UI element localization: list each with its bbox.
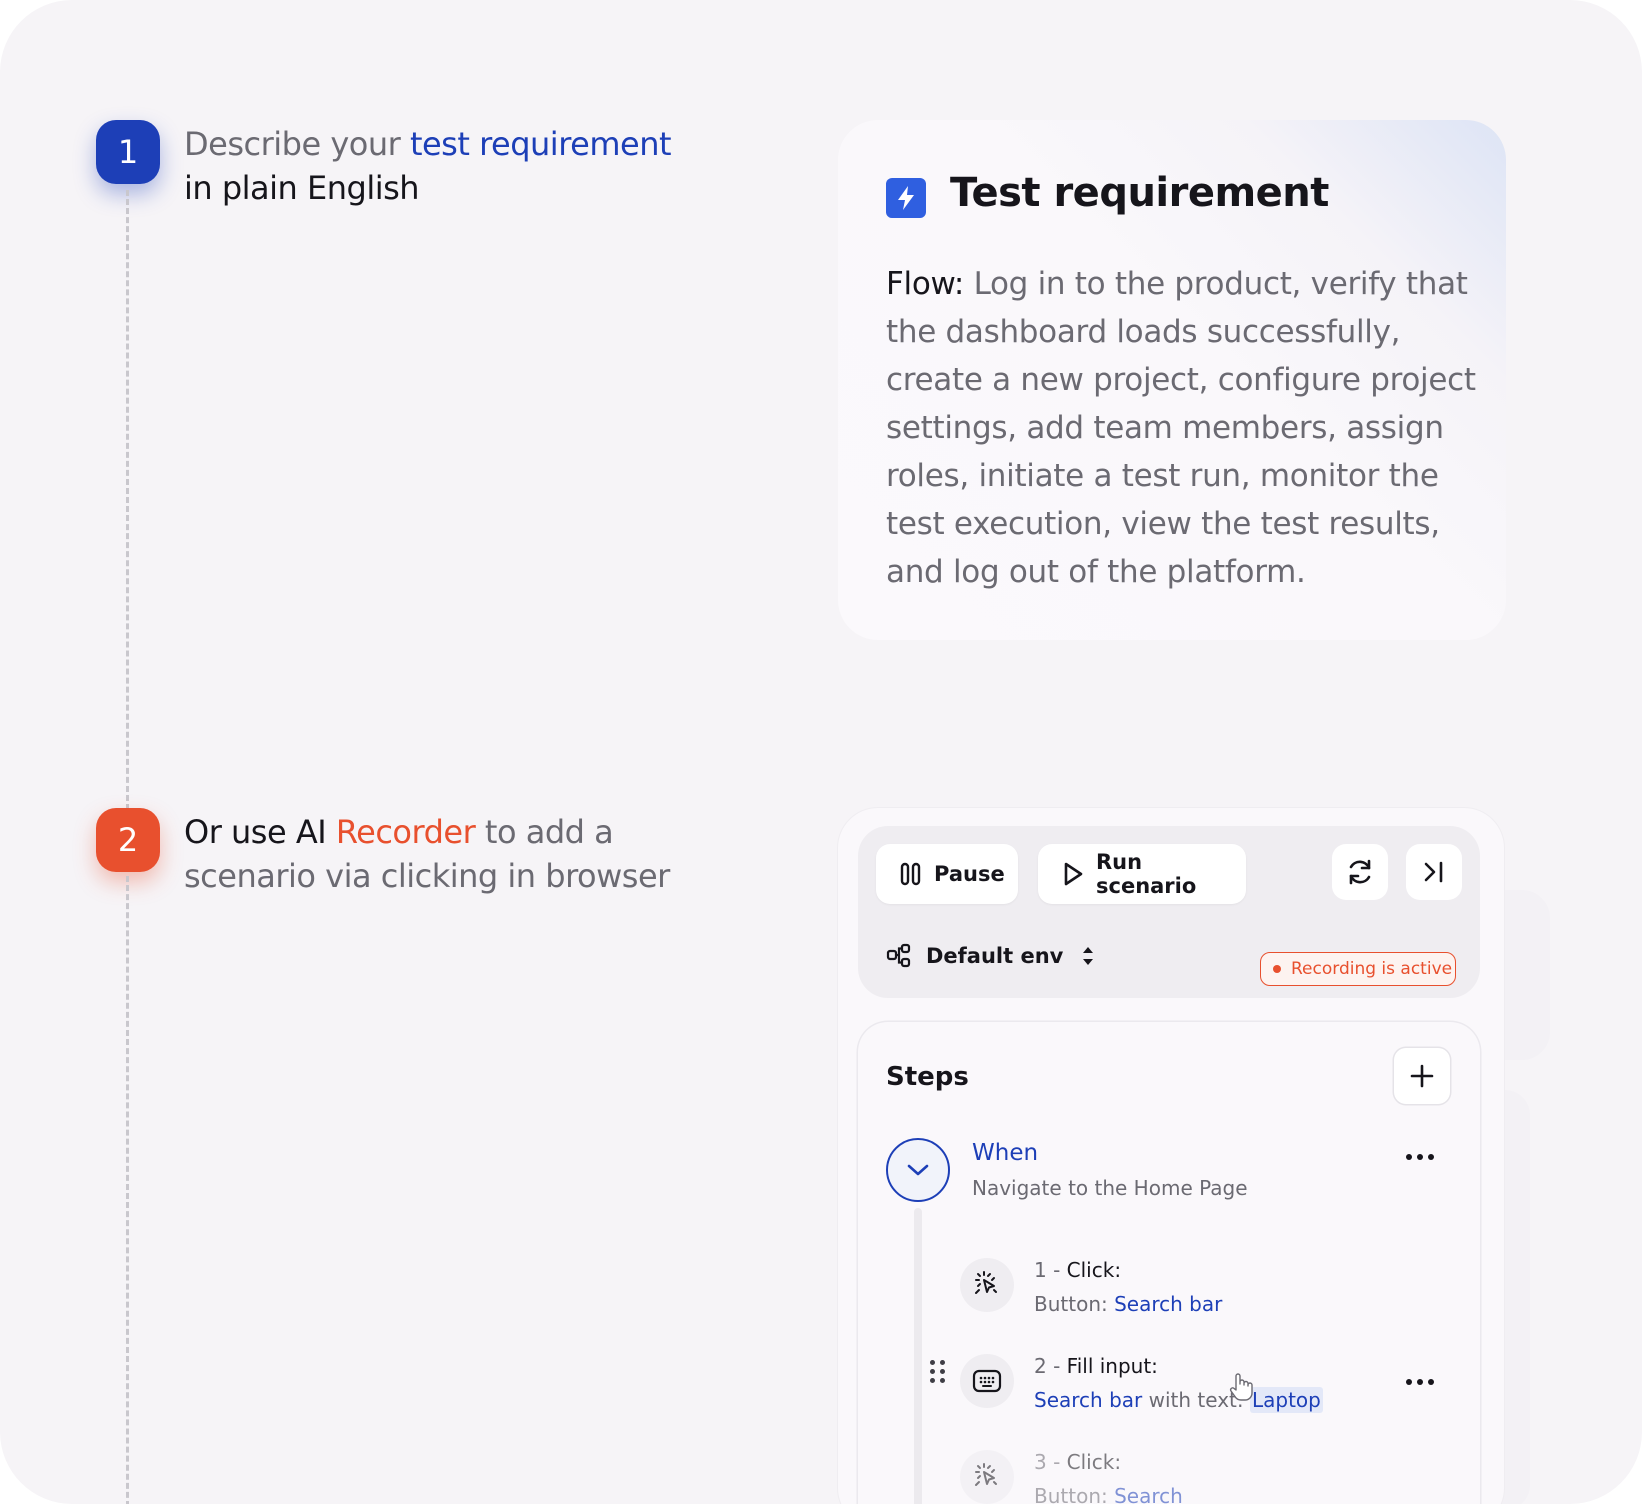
step-3-title: 3 - Click: [1034,1450,1122,1474]
step-1-detail: Button: Search bar [1034,1292,1223,1316]
when-title: When [972,1140,1039,1166]
refresh-button[interactable] [1332,844,1388,900]
environment-label: Default env [926,944,1064,968]
environment-icon [886,943,912,969]
step-2-value[interactable]: Laptop [1249,1387,1323,1413]
step-3-detail: Button: Search [1034,1484,1183,1504]
pause-icon [900,862,922,886]
sort-icon [1081,943,1095,969]
skip-to-end-icon [1424,861,1443,883]
step-2-badge: 2 [96,808,160,872]
run-scenario-label: Run scenario [1096,850,1197,898]
step-2-title: 2 - Fill input: [1034,1354,1158,1378]
pause-button[interactable]: Pause [876,844,1018,904]
when-collapse-toggle[interactable] [886,1138,950,1202]
hand-cursor-icon [1228,1372,1254,1406]
test-requirement-card: Test requirement Flow: Log in to the pro… [838,120,1506,640]
step-2-target-link[interactable]: Search bar [1034,1388,1142,1412]
step-1-title: 1 - Click: [1034,1258,1122,1282]
recording-status-badge: Recording is active [1260,952,1456,986]
click-icon [960,1450,1014,1504]
step-number: 2 [117,821,139,859]
canvas: 1 Describe your test requirement in plai… [0,0,1642,1504]
add-step-button[interactable] [1394,1048,1450,1104]
step-1-badge: 1 [96,120,160,184]
refresh-icon [1349,859,1371,885]
click-icon [960,1258,1014,1312]
step-2-detail: Search bar with text: Laptop [1034,1387,1323,1413]
more-icon[interactable] [1406,1154,1434,1160]
bolt-icon [886,178,926,218]
step-number: 1 [117,133,139,171]
when-subtitle: Navigate to the Home Page [972,1176,1248,1200]
keyboard-icon [960,1354,1014,1408]
play-icon [1062,861,1084,887]
pause-label: Pause [934,862,1005,886]
environment-selector[interactable]: Default env [886,934,1095,978]
flow-description: Flow: Log in to the product, verify that… [886,266,1476,590]
step-3-target-link[interactable]: Search [1114,1484,1183,1504]
step-1-description: Describe your test requirement in plain … [184,125,672,207]
recording-status-text: Recording is active [1291,959,1453,979]
skip-to-end-button[interactable] [1406,844,1462,900]
ai-recorder-panel: Pause Run scenario Default env Recording… [838,808,1504,1504]
step-2-description: Or use AI Recorder to add a scenario via… [184,813,670,895]
step-1-target-link[interactable]: Search bar [1114,1292,1222,1316]
run-scenario-button[interactable]: Run scenario [1038,844,1246,904]
recorder-toolbar: Pause Run scenario Default env Recording… [858,826,1480,998]
steps-heading: Steps [886,1062,969,1092]
timeline-connector [126,190,129,810]
steps-connector [914,1208,922,1504]
card-title: Test requirement [950,170,1329,216]
plus-icon [1410,1064,1434,1088]
more-icon[interactable] [1406,1379,1434,1385]
recording-dot [1273,965,1281,973]
steps-panel: Steps When Navigate to the Home Page 1 -… [858,1022,1480,1504]
chevron-down-icon [907,1164,929,1176]
drag-handle-icon[interactable] [930,1360,945,1383]
timeline-connector [126,876,129,1504]
